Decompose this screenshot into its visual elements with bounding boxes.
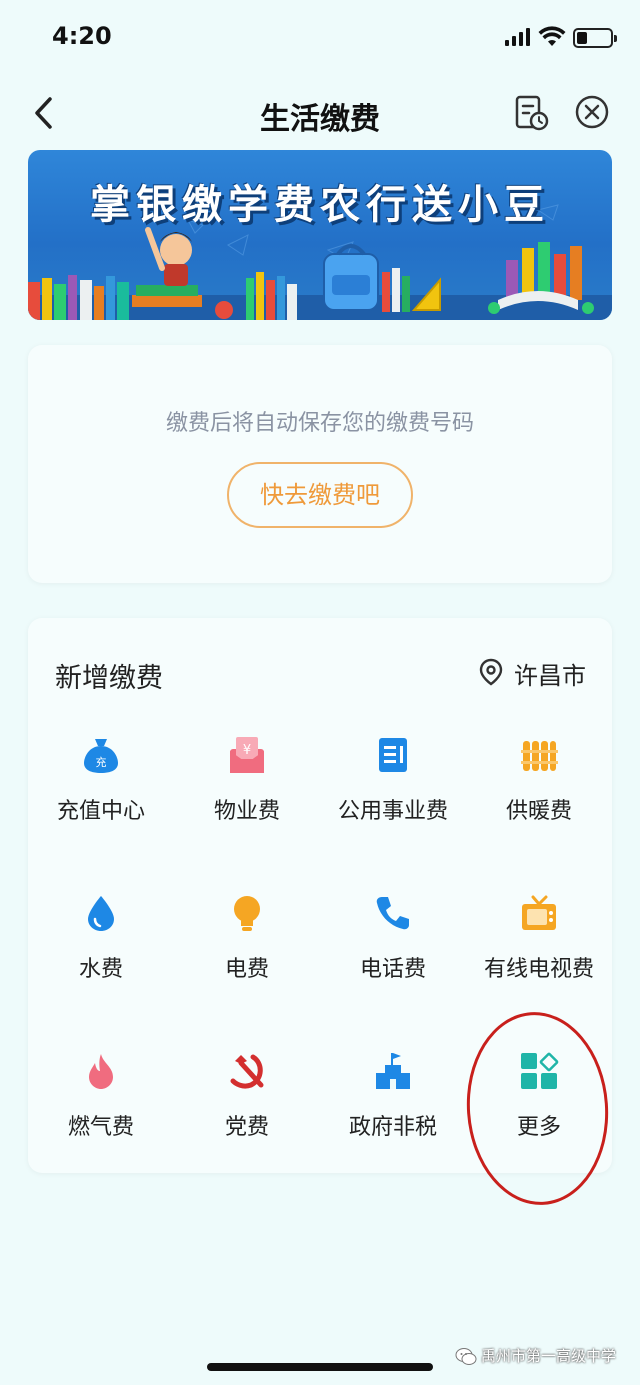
battery-icon — [573, 28, 617, 48]
new-payment-card: 新增缴费 许昌市 充 充值中心 ¥ 物业费 公用事业费 供暖费 水费 电费 电话… — [28, 618, 612, 1173]
cellular-signal-icon — [505, 28, 531, 46]
government-building-icon — [376, 1053, 410, 1089]
location-label: 许昌市 — [514, 662, 586, 690]
svg-text:¥: ¥ — [243, 743, 251, 758]
light-bulb-icon — [234, 896, 260, 931]
grid-item-label: 水费 — [78, 957, 123, 982]
flame-icon — [89, 1054, 113, 1089]
grid-item-phone-fee[interactable]: 电话费 — [320, 893, 466, 1013]
grid-item-label: 电费 — [224, 957, 269, 982]
tv-icon — [522, 895, 556, 930]
status-time: 4:20 — [52, 22, 112, 50]
grid-item-electricity-fee[interactable]: 电费 — [174, 893, 320, 1013]
wechat-icon — [455, 1348, 477, 1365]
phone-icon — [376, 897, 409, 930]
grid-item-gas-fee[interactable]: 燃气费 — [28, 1051, 174, 1171]
grid-item-label: 电话费 — [359, 957, 426, 982]
grid-item-cable-tv-fee[interactable]: 有线电视费 — [466, 893, 612, 1013]
payment-records-icon[interactable] — [513, 93, 549, 133]
grid-item-label: 公用事业费 — [337, 799, 448, 824]
grid-item-heating-fee[interactable]: 供暖费 — [466, 735, 612, 855]
envelope-yuan-icon: ¥ — [230, 737, 264, 773]
grid-item-utilities[interactable]: 公用事业费 — [320, 735, 466, 855]
grid-item-label: 更多 — [516, 1115, 561, 1140]
grid-item-label: 物业费 — [213, 799, 280, 824]
grid-item-more[interactable]: 更多 — [466, 1051, 612, 1171]
go-pay-button[interactable]: 快去缴费吧 — [227, 462, 413, 528]
home-indicator[interactable] — [207, 1363, 433, 1371]
close-icon[interactable] — [574, 94, 610, 130]
svg-text:充: 充 — [96, 755, 107, 769]
promo-banner[interactable]: 掌银缴学费农行送小豆 — [28, 150, 612, 320]
grid-item-label: 充值中心 — [56, 799, 145, 824]
water-drop-icon — [88, 896, 114, 931]
location-pin-icon — [479, 658, 503, 686]
radiator-icon — [521, 741, 558, 771]
document-icon — [379, 738, 407, 772]
grid-item-water-fee[interactable]: 水费 — [28, 893, 174, 1013]
grid-item-label: 党费 — [224, 1115, 269, 1140]
grid-item-property-fee[interactable]: ¥ 物业费 — [174, 735, 320, 855]
wifi-icon — [538, 26, 566, 46]
empty-state-text: 缴费后将自动保存您的缴费号码 — [165, 411, 474, 436]
banner-title: 掌银缴学费农行送小豆 — [90, 182, 550, 228]
grid-item-party-dues[interactable]: 党费 — [174, 1051, 320, 1171]
watermark-text: 禹州市第一高级中学 — [481, 1347, 617, 1365]
grid-item-label: 政府非税 — [348, 1115, 437, 1140]
grid-item-label: 有线电视费 — [483, 957, 594, 982]
section-title: 新增缴费 — [55, 663, 163, 694]
grid-item-government-non-tax[interactable]: 政府非税 — [320, 1051, 466, 1171]
grid-item-label: 燃气费 — [67, 1115, 134, 1140]
saved-numbers-card: 缴费后将自动保存您的缴费号码 快去缴费吧 — [28, 345, 612, 583]
grid-item-recharge-center[interactable]: 充 充值中心 — [28, 735, 174, 855]
more-apps-icon — [521, 1052, 559, 1089]
nav-bar: 生活缴费 — [0, 85, 640, 140]
party-emblem-icon — [230, 1054, 264, 1089]
money-bag-icon: 充 — [84, 739, 118, 773]
grid-item-label: 供暖费 — [505, 799, 572, 824]
status-bar: 4:20 — [0, 0, 640, 75]
